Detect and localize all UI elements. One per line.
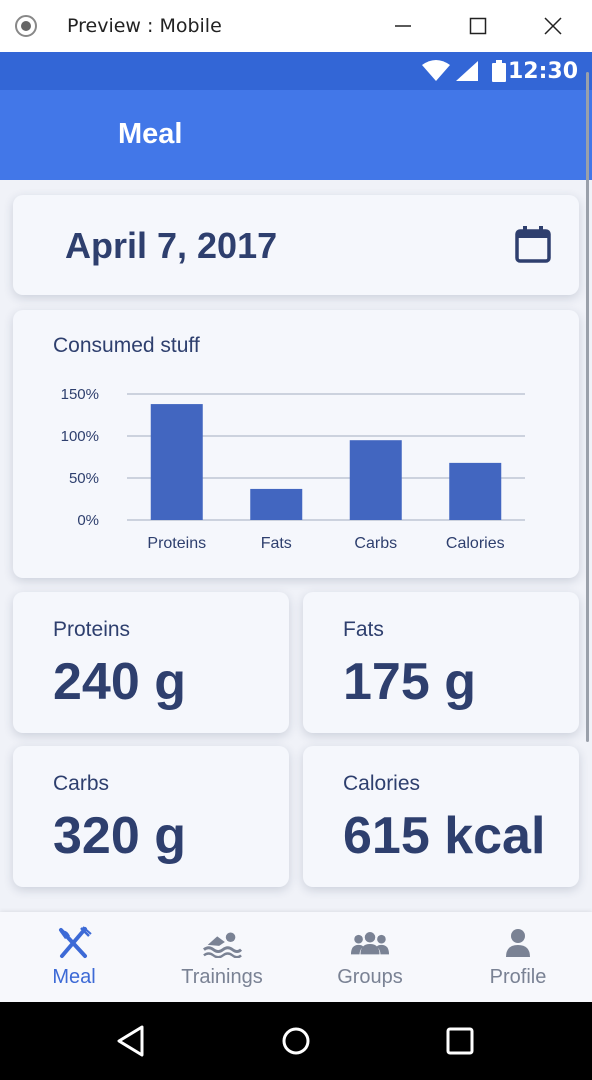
window-title: Preview : Mobile	[67, 15, 222, 37]
signal-icon	[456, 61, 478, 81]
recent-apps-icon[interactable]	[443, 1024, 477, 1058]
stat-value: 175 g	[343, 653, 476, 711]
stat-label: Calories	[343, 772, 421, 795]
status-bar: 12:30	[0, 52, 592, 90]
y-tick-label: 100%	[61, 428, 99, 445]
consumed-chart-card: Consumed stuff 150% 100% 50% 0% Proteins Fats…	[13, 310, 579, 578]
selected-date: April 7, 2017	[65, 225, 278, 266]
stat-card-fats: Fats 175 g	[303, 592, 579, 733]
stat-value: 615 kcal	[343, 807, 546, 865]
nav-item-trainings[interactable]: Trainings	[148, 912, 296, 1002]
close-icon	[544, 17, 562, 35]
x-tick-label: Calories	[446, 535, 505, 552]
nav-label: Meal	[52, 966, 96, 988]
status-time: 12:30	[507, 59, 578, 84]
y-tick-label: 50%	[69, 470, 99, 487]
close-button[interactable]	[537, 10, 569, 42]
stat-label: Carbs	[53, 772, 110, 795]
stat-label: Fats	[343, 618, 384, 641]
stat-card-proteins: Proteins 240 g	[13, 592, 289, 733]
stat-label: Proteins	[53, 618, 131, 641]
person-icon	[498, 926, 538, 960]
bar-fats[interactable]	[250, 488, 303, 520]
stat-card-calories: Calories 615 kcal	[303, 746, 579, 887]
x-tick-label: Carbs	[354, 535, 397, 552]
nav-item-profile[interactable]: Profile	[444, 912, 592, 1002]
preview-window: Preview : Mobile 12:30 Meal April 7, 201…	[0, 0, 592, 1080]
maximize-icon	[469, 17, 487, 35]
main-content[interactable]: April 7, 2017 Consumed stuff 150% 100% 50%…	[0, 180, 592, 912]
back-icon[interactable]	[114, 1024, 148, 1058]
nav-item-groups[interactable]: Groups	[296, 912, 444, 1002]
nav-label: Trainings	[181, 966, 263, 988]
window-titlebar: Preview : Mobile	[0, 0, 592, 52]
swimmer-icon	[202, 926, 242, 960]
stat-card-carbs: Carbs 320 g	[13, 746, 289, 887]
bottom-navigation: Meal Trainings Groups Profile	[0, 912, 592, 1002]
date-card: April 7, 2017	[13, 195, 579, 295]
y-tick-label: 0%	[77, 512, 99, 529]
stat-value: 240 g	[53, 653, 186, 711]
fork-knife-icon	[54, 926, 94, 960]
calendar-icon	[515, 226, 551, 263]
home-icon[interactable]	[279, 1024, 313, 1058]
minimize-icon	[395, 25, 411, 27]
maximize-button[interactable]	[462, 10, 494, 42]
app-record-icon	[15, 15, 37, 37]
system-navigation-bar	[0, 1002, 592, 1080]
nav-label: Profile	[489, 966, 547, 988]
nav-item-meal[interactable]: Meal	[0, 912, 148, 1002]
page-title: Meal	[118, 118, 183, 150]
group-icon	[350, 926, 390, 960]
y-tick-label: 150%	[61, 386, 99, 403]
consumed-bar-chart: 150% 100% 50% 0% Proteins Fats Carbs Calories	[61, 386, 525, 552]
nav-label: Groups	[337, 966, 403, 988]
scrollbar[interactable]	[586, 72, 589, 742]
stat-value: 320 g	[53, 807, 186, 865]
calendar-button[interactable]	[513, 225, 553, 265]
bar-carbs[interactable]	[349, 440, 402, 520]
bar-calories[interactable]	[449, 462, 502, 520]
app-bar: Meal	[0, 90, 592, 180]
x-tick-label: Proteins	[147, 535, 206, 552]
bar-proteins[interactable]	[150, 404, 203, 520]
battery-icon	[492, 60, 506, 82]
x-tick-label: Fats	[261, 535, 292, 552]
minimize-button[interactable]	[387, 10, 419, 42]
wifi-icon	[422, 60, 450, 81]
